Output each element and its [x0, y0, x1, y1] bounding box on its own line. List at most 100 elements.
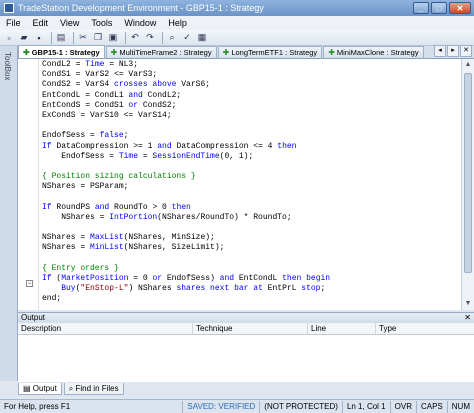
close-panel-icon[interactable]: ✕ — [464, 313, 471, 323]
code-token: then — [277, 141, 297, 151]
cut-icon[interactable]: ✂ — [77, 32, 89, 44]
find-icon[interactable]: ⌕ — [166, 32, 178, 44]
tab-output[interactable]: ▤ Output — [18, 383, 62, 395]
code-line[interactable] — [42, 254, 330, 264]
code-token: EntCondS = CondS1 — [42, 100, 129, 110]
menu-edit[interactable]: Edit — [27, 18, 55, 28]
code-token: EntPrL — [262, 284, 302, 294]
tab-find-in-files[interactable]: ⌕ Find in Files — [63, 383, 124, 395]
code-token: RoundPS — [51, 202, 95, 212]
menu-bar: File Edit View Tools Window Help — [0, 16, 474, 30]
fold-toggle-icon[interactable]: − — [26, 280, 33, 287]
code-line[interactable]: CondS2 = VarS4 crosses above VarS6; — [42, 80, 330, 90]
undo-icon[interactable]: ↶ — [129, 32, 141, 44]
verify-icon[interactable]: ✓ — [181, 32, 193, 44]
menu-view[interactable]: View — [54, 18, 85, 28]
code-line[interactable]: EntCondL = CondL1 and CondL2; — [42, 91, 330, 101]
code-token: or — [152, 273, 163, 283]
copy-icon[interactable]: ❐ — [92, 32, 104, 44]
print-icon[interactable]: ▤ — [55, 32, 67, 44]
minimize-button[interactable]: _ — [413, 2, 429, 14]
code-token: stop — [301, 284, 321, 294]
new-file-icon[interactable]: ▫ — [3, 32, 15, 44]
open-folder-icon[interactable]: ▰ — [18, 32, 30, 44]
code-line[interactable]: CondL2 = Time = NL3; — [42, 60, 330, 70]
code-line[interactable]: NShares = MinList(NShares, SizeLimit); — [42, 243, 330, 253]
code-line[interactable]: EntCondS = CondS1 or CondS2; — [42, 101, 330, 111]
tab-scroll-left-icon[interactable]: ◂ — [434, 45, 446, 57]
tab-minimaxclone[interactable]: ✚ MiniMaxClone : Strategy — [323, 46, 424, 58]
code-line[interactable]: { Position sizing calculations } — [42, 172, 330, 182]
code-text[interactable]: CondL2 = Time = NL3; CondS1 = VarS2 <= Va… — [42, 60, 330, 305]
code-line[interactable]: { Entry orders } — [42, 264, 330, 274]
menu-help[interactable]: Help — [162, 18, 193, 28]
code-token: ; — [320, 284, 326, 294]
code-line[interactable]: Buy("EnStop-L") NShares shares next bar … — [42, 284, 330, 294]
code-line[interactable]: If DataCompression >= 1 and DataCompress… — [42, 142, 330, 152]
column-description[interactable]: Description — [18, 323, 193, 334]
scroll-down-icon[interactable]: ▼ — [462, 298, 474, 310]
column-technique[interactable]: Technique — [193, 323, 308, 334]
editor-gutter: − — [18, 59, 39, 310]
tab-longtermetf1[interactable]: ✚ LongTermETF1 : Strategy — [217, 46, 323, 58]
document-tabs: ✚ GBP15-1 : Strategy ✚ MultiTimeFrame2 : S… — [18, 45, 474, 59]
code-token: ExCondS = VarS10 <= VarS14; — [42, 110, 172, 120]
code-token: If — [42, 273, 52, 283]
paste-icon[interactable]: ▣ — [107, 32, 119, 44]
output-title: Output — [21, 313, 46, 322]
code-token: (NShares, MinSize); — [123, 233, 215, 243]
tab-scroll-right-icon[interactable]: ▸ — [447, 45, 459, 57]
strategy-icon: ✚ — [110, 48, 118, 57]
code-line[interactable]: EndofSess = false; — [42, 131, 330, 141]
code-line[interactable]: NShares = IntPortion(NShares/RoundTo) * … — [42, 213, 330, 223]
code-line[interactable]: NShares = MaxList(NShares, MinSize); — [42, 233, 330, 243]
code-token: NShares = — [42, 212, 110, 222]
column-line[interactable]: Line — [308, 323, 376, 334]
code-line[interactable] — [42, 223, 330, 233]
chart-icon[interactable]: ▦ — [196, 32, 208, 44]
menu-window[interactable]: Window — [118, 18, 162, 28]
scroll-up-icon[interactable]: ▲ — [462, 59, 474, 71]
column-type[interactable]: Type — [376, 323, 474, 334]
code-line[interactable]: end; — [42, 294, 330, 304]
code-line[interactable] — [42, 121, 330, 131]
status-position: Ln 1, Col 1 — [341, 400, 390, 413]
menu-tools[interactable]: Tools — [85, 18, 118, 28]
code-line[interactable]: CondS1 = VarS2 <= VarS3; — [42, 70, 330, 80]
code-token: CondL2; — [142, 90, 182, 100]
code-line[interactable]: EndofSess = Time = SessionEndTime(0, 1); — [42, 152, 330, 162]
code-token: Buy — [61, 284, 76, 294]
tab-multitimeframe2[interactable]: ✚ MultiTimeFrame2 : Strategy — [105, 46, 217, 58]
code-token: If — [42, 141, 52, 151]
code-token: SessionEndTime — [152, 151, 220, 161]
code-line[interactable]: NShares = PSParam; — [42, 182, 330, 192]
code-line[interactable] — [42, 162, 330, 172]
code-line[interactable]: ExCondS = VarS10 <= VarS14; — [42, 111, 330, 121]
code-token: EndofSess = — [42, 151, 119, 161]
code-editor[interactable]: − CondL2 = Time = NL3; CondS1 = VarS2 <= … — [18, 59, 461, 310]
editor-scrollbar[interactable]: ▲ ▼ — [461, 59, 474, 310]
menu-file[interactable]: File — [0, 18, 27, 28]
code-line[interactable]: If RoundPS and RoundTo > 0 then — [42, 203, 330, 213]
code-token: EndofSess) — [162, 273, 220, 283]
redo-icon[interactable]: ↷ — [144, 32, 156, 44]
maximize-button[interactable]: □ — [431, 2, 447, 14]
code-token: shares next bar at — [176, 284, 263, 294]
code-token: MaxList — [90, 233, 124, 243]
code-token: (NShares/RoundTo) * RoundTo; — [157, 212, 292, 222]
code-line[interactable] — [42, 192, 330, 202]
tab-gbp15-1[interactable]: ✚ GBP15-1 : Strategy — [18, 45, 105, 58]
save-icon[interactable]: ▪ — [33, 32, 45, 44]
code-token: end; — [42, 294, 62, 304]
toolbox-sidebar[interactable]: ToolBox — [0, 46, 18, 381]
code-token: or — [128, 100, 139, 110]
code-token: and — [219, 273, 235, 283]
scrollbar-thumb[interactable] — [464, 73, 472, 273]
tab-close-icon[interactable]: ✕ — [460, 45, 472, 57]
close-button[interactable]: ✕ — [449, 2, 471, 14]
code-token: { Position sizing calculations } — [42, 172, 196, 182]
code-line[interactable]: If (MarketPosition = 0 or EndofSess) and… — [42, 274, 330, 284]
toolbox-label: ToolBox — [3, 52, 12, 81]
status-bar: For Help, press F1 SAVED: VERIFIED (NOT … — [0, 399, 474, 413]
